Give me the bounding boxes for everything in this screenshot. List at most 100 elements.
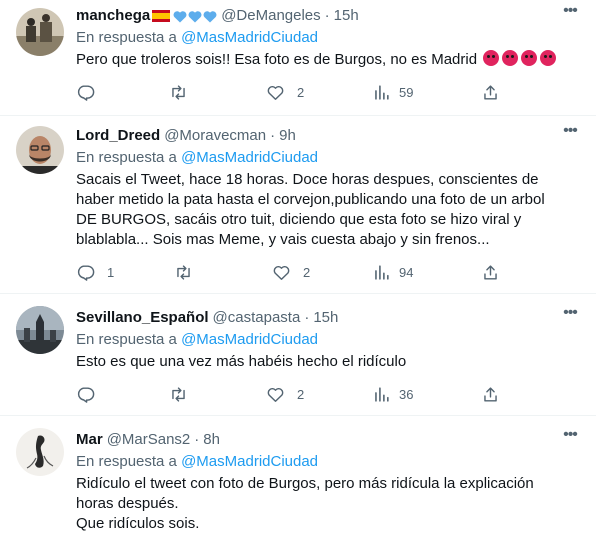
spain-flag-icon [152, 10, 171, 22]
share-button[interactable] [481, 82, 500, 102]
avatar-image [16, 8, 64, 56]
views-chart-icon [375, 386, 389, 402]
like-button[interactable]: 2 [266, 82, 304, 102]
tweet-text-line: horas después. [76, 495, 179, 512]
more-options-icon[interactable]: ••• [560, 123, 580, 144]
user-handle[interactable]: @Moravecman [164, 126, 266, 146]
view-count: 36 [399, 386, 414, 402]
more-options-icon[interactable]: ••• [560, 427, 580, 448]
reply-icon [77, 386, 95, 403]
heart-icon [273, 265, 290, 280]
like-button[interactable]: 2 [266, 384, 304, 404]
user-handle[interactable]: @MarSans2 [107, 430, 191, 450]
user-handle[interactable]: @DeMangeles [221, 6, 320, 26]
share-button[interactable] [481, 384, 500, 404]
reply-context: En respuesta a @MasMadridCiudad [76, 148, 580, 168]
tweet-header: manchega @DeMangeles · 15h ••• [76, 3, 580, 26]
timestamp[interactable]: 8h [203, 430, 220, 450]
reply-button[interactable] [76, 82, 95, 102]
tweet-text-line: Que ridículos sois. [76, 515, 200, 532]
display-name[interactable]: manchega [76, 6, 150, 26]
reply-to-link[interactable]: @MasMadridCiudad [181, 149, 318, 166]
avatar-image [16, 126, 64, 174]
tweet-header: Mar @MarSans2 · 8h ••• [76, 427, 580, 450]
share-icon [484, 386, 497, 402]
share-button[interactable] [481, 262, 500, 282]
views-button[interactable]: 59 [372, 82, 413, 102]
reply-prefix: En respuesta a [76, 149, 177, 166]
separator-dot: · [304, 309, 310, 326]
share-icon [484, 84, 497, 100]
avatar[interactable] [16, 428, 64, 476]
tweet-text: Esto es que una vez más habéis hecho el … [76, 352, 580, 372]
blue-heart-icon [188, 10, 202, 22]
views-chart-icon [375, 84, 389, 100]
tweet-text-line: Sacais el Tweet, hace 18 horas. Doce hor… [76, 171, 539, 188]
angry-face-icon [483, 50, 500, 66]
separator-dot: · [194, 431, 200, 448]
tweet[interactable]: Sevillano_Español @castapasta · 15h ••• … [0, 294, 596, 416]
tweet-header: Lord_Dreed @Moravecman · 9h ••• [76, 123, 580, 146]
tweet-actions: 2 59 [76, 82, 506, 102]
blue-heart-icon [203, 10, 217, 22]
avatar[interactable] [16, 126, 64, 174]
tweet-text-line: Esto es que una vez más habéis hecho el … [76, 353, 407, 370]
tweet-text: Pero que troleros sois!! Esa foto es de … [76, 50, 580, 70]
heart-icon [267, 387, 284, 402]
reply-button[interactable] [76, 384, 95, 404]
retweet-button[interactable] [169, 82, 188, 102]
tweet-text: Sacais el Tweet, hace 18 horas. Doce hor… [76, 170, 580, 250]
like-count: 2 [297, 386, 305, 402]
avatar[interactable] [16, 306, 64, 354]
avatar[interactable] [16, 8, 64, 56]
view-count: 59 [399, 84, 414, 100]
reply-prefix: En respuesta a [76, 331, 177, 348]
reply-to-link[interactable]: @MasMadridCiudad [181, 453, 318, 470]
reply-to-link[interactable]: @MasMadridCiudad [181, 29, 318, 46]
heart-icon [267, 85, 284, 100]
tweet-text-line: Pero que troleros sois!! Esa foto es de … [76, 51, 478, 68]
timestamp[interactable]: 15h [313, 308, 338, 328]
tweet[interactable]: Lord_Dreed @Moravecman · 9h ••• En respu… [0, 116, 596, 294]
avatar-image [16, 306, 64, 354]
share-icon [484, 264, 497, 280]
display-name[interactable]: Lord_Dreed [76, 126, 160, 146]
timestamp[interactable]: 9h [279, 126, 296, 146]
views-chart-icon [375, 264, 389, 280]
avatar-image [16, 428, 64, 476]
more-options-icon[interactable]: ••• [560, 305, 580, 326]
tweet[interactable]: Mar @MarSans2 · 8h ••• En respuesta a @M… [0, 416, 596, 535]
reply-count: 1 [107, 264, 115, 280]
more-options-icon[interactable]: ••• [560, 3, 580, 24]
like-button[interactable]: 2 [272, 262, 310, 282]
views-button[interactable]: 36 [372, 384, 413, 404]
tweet[interactable]: manchega @DeMangeles · 15h ••• En respue… [0, 0, 596, 116]
retweet-button[interactable] [169, 384, 188, 404]
views-button[interactable]: 94 [372, 262, 413, 282]
reply-to-link[interactable]: @MasMadridCiudad [181, 331, 318, 348]
retweet-button[interactable] [174, 262, 193, 282]
retweet-icon [172, 84, 185, 100]
like-count: 2 [297, 84, 305, 100]
retweet-icon [177, 264, 190, 280]
display-name[interactable]: Sevillano_Español [76, 308, 209, 328]
display-name[interactable]: Mar [76, 430, 103, 450]
tweet-text-line: Ridículo el tweet con foto de Burgos, pe… [76, 475, 534, 492]
like-count: 2 [303, 264, 311, 280]
timestamp[interactable]: 15h [334, 6, 359, 26]
tweet-actions: 2 36 [76, 384, 506, 404]
tweet-actions: 1 2 94 [76, 262, 506, 282]
tweet-text: Ridículo el tweet con foto de Burgos, pe… [76, 474, 580, 534]
reply-context: En respuesta a @MasMadridCiudad [76, 28, 580, 48]
separator-dot: · [270, 127, 276, 144]
reply-prefix: En respuesta a [76, 453, 177, 470]
separator-dot: · [324, 7, 330, 24]
reply-button[interactable]: 1 [76, 262, 114, 282]
reply-prefix: En respuesta a [76, 29, 177, 46]
tweet-header: Sevillano_Español @castapasta · 15h ••• [76, 305, 580, 328]
reply-icon [77, 264, 95, 281]
angry-face-icon [540, 50, 557, 66]
angry-face-icon [521, 50, 538, 66]
retweet-icon [172, 386, 185, 402]
user-handle[interactable]: @castapasta [213, 308, 301, 328]
